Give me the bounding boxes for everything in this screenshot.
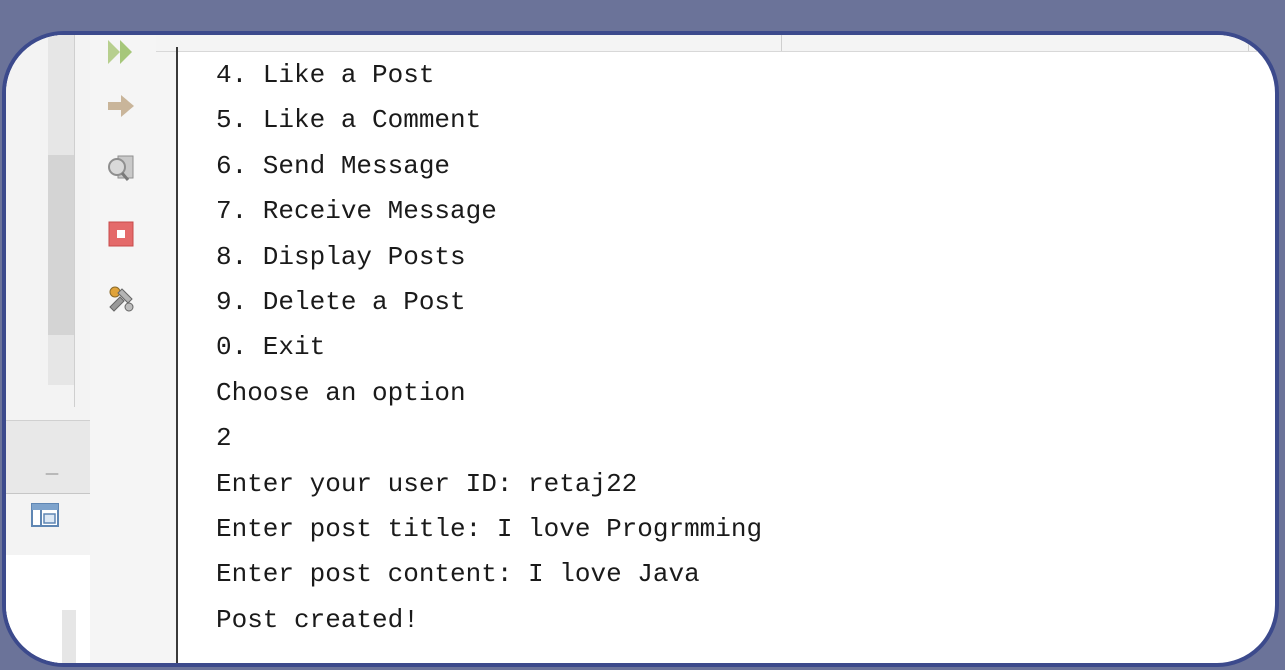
console-line: 7. Receive Message xyxy=(216,196,497,227)
tab-separator xyxy=(1248,35,1249,51)
console-line: 2 xyxy=(216,423,232,454)
minimize-button[interactable]: — xyxy=(32,465,72,483)
console-line: Enter your user ID: retaj22 xyxy=(216,468,638,499)
screenshot-frame: — 4. Like a Post 5. Like a Comment 6. Se… xyxy=(2,31,1279,667)
stop-icon[interactable] xyxy=(106,219,136,249)
console-line: 9. Delete a Post xyxy=(216,286,466,317)
settings-tools-icon[interactable] xyxy=(106,283,136,313)
tab-separator xyxy=(781,35,782,51)
console-line: 0. Exit xyxy=(216,332,326,363)
navigator-scrollbar[interactable] xyxy=(62,610,76,663)
console-line: 4. Like a Post xyxy=(216,60,435,90)
console-line: Post created! xyxy=(216,604,419,635)
navigator-content xyxy=(6,555,90,663)
console-line: Enter post content: I love Java xyxy=(216,559,700,590)
console-line: Choose an option xyxy=(216,377,466,408)
console-line: 5. Like a Comment xyxy=(216,105,482,136)
console-line: Enter post title: I love Progrmming xyxy=(216,513,763,544)
pane-border xyxy=(74,35,75,407)
projects-scrollbar-thumb[interactable] xyxy=(48,155,74,335)
output-toolbar xyxy=(90,35,176,663)
console-line: 6. Send Message xyxy=(216,150,451,181)
inspect-icon[interactable] xyxy=(106,153,136,183)
output-tabstrip xyxy=(156,35,1275,52)
step-arrow-icon[interactable] xyxy=(106,91,136,121)
console-line: 8. Display Posts xyxy=(216,241,466,272)
console-line: --------------------------------------- xyxy=(216,650,825,667)
window-panel-icon[interactable] xyxy=(30,501,60,529)
output-console[interactable]: 4. Like a Post 5. Like a Comment 6. Send… xyxy=(216,53,1256,667)
console-gutter-divider xyxy=(176,47,178,663)
rerun-icon[interactable] xyxy=(106,37,136,67)
projects-pane: — xyxy=(6,35,91,663)
